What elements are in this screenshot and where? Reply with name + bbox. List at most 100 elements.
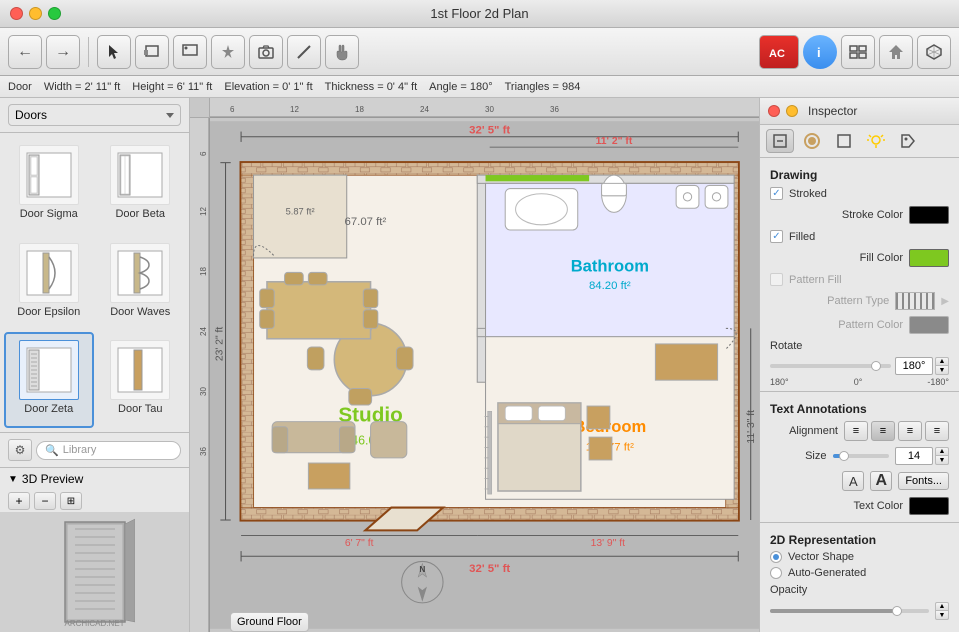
- text-size-up[interactable]: ▲: [935, 447, 949, 456]
- maximize-button[interactable]: [48, 7, 61, 20]
- search-box[interactable]: 🔍 Library: [36, 441, 181, 460]
- inspector-min-btn[interactable]: [786, 105, 798, 117]
- fill-color-row: Fill Color: [760, 246, 959, 270]
- 3d-btn[interactable]: [917, 35, 951, 69]
- pattern-type-preview[interactable]: [895, 292, 935, 310]
- text-size-stepper: ▲ ▼: [935, 447, 949, 465]
- info-width: Width = 2' 11" ft: [44, 81, 120, 93]
- archicad-logo: ARCHICAD.NET: [64, 619, 124, 628]
- svg-text:23' 2" ft: 23' 2" ft: [214, 327, 225, 362]
- fill-color-box[interactable]: [909, 249, 949, 267]
- representation-title: 2D Representation: [760, 527, 959, 549]
- door-item-zeta[interactable]: Door Zeta: [4, 332, 94, 428]
- zoom-in-btn[interactable]: +: [8, 492, 30, 510]
- insp-tab-lighting[interactable]: [862, 129, 890, 153]
- filled-checkbox[interactable]: [770, 230, 783, 243]
- inspector-close-btn[interactable]: [768, 105, 780, 117]
- settings-btn[interactable]: ⚙: [8, 439, 32, 461]
- rotate-down[interactable]: ▼: [935, 366, 949, 375]
- align-justify-btn[interactable]: ≡: [925, 421, 949, 441]
- font-a-large-btn[interactable]: A: [870, 471, 892, 491]
- insp-tab-pen[interactable]: [766, 129, 794, 153]
- filled-row: Filled: [760, 227, 959, 246]
- rotate-up[interactable]: ▲: [935, 357, 949, 366]
- text-size-down[interactable]: ▼: [935, 456, 949, 465]
- door-label-tau: Door Tau: [118, 403, 162, 415]
- door-item-tau[interactable]: Door Tau: [96, 332, 186, 428]
- sidebar-tools: ⚙ 🔍 Library: [8, 439, 181, 461]
- preview-header[interactable]: ▼ 3D Preview: [0, 468, 189, 490]
- door-item-beta[interactable]: Door Beta: [96, 137, 186, 233]
- tool-draw[interactable]: [173, 35, 207, 69]
- zoom-fit-btn[interactable]: ⊞: [60, 492, 82, 510]
- home-btn[interactable]: [879, 35, 913, 69]
- vector-shape-radio[interactable]: [770, 551, 782, 563]
- tool-camera[interactable]: [249, 35, 283, 69]
- auto-generated-radio[interactable]: [770, 567, 782, 579]
- archicad-btn[interactable]: AC: [759, 35, 799, 69]
- info-triangles: Triangles = 984: [505, 81, 581, 93]
- svg-text:36: 36: [550, 105, 559, 114]
- left-sidebar: Doors Door Sigma: [0, 98, 190, 632]
- align-left-btn[interactable]: ≡: [844, 421, 868, 441]
- pattern-color-row: Pattern Color: [760, 313, 959, 337]
- opacity-slider[interactable]: [770, 609, 929, 613]
- vector-shape-row: Vector Shape: [760, 549, 959, 565]
- info-elevation: Elevation = 0' 1" ft: [224, 81, 312, 93]
- rotate-slider[interactable]: [770, 364, 891, 368]
- svg-text:6: 6: [199, 151, 208, 156]
- fonts-btn[interactable]: Fonts...: [898, 472, 949, 490]
- view-btn[interactable]: [841, 35, 875, 69]
- toolbar-right-area: AC i: [759, 35, 951, 69]
- font-row: A A Fonts...: [760, 468, 959, 494]
- stroked-checkbox[interactable]: [770, 187, 783, 200]
- search-placeholder: Library: [63, 444, 97, 456]
- font-a-small-btn[interactable]: A: [842, 471, 864, 491]
- door-item-waves[interactable]: Door Waves: [96, 235, 186, 331]
- tool-hand[interactable]: [325, 35, 359, 69]
- inspector-tabs: [760, 129, 959, 153]
- insp-tab-texture[interactable]: [798, 129, 826, 153]
- tool-measure[interactable]: [287, 35, 321, 69]
- rotate-min-label: 180°: [770, 377, 789, 387]
- text-size-value[interactable]: 14: [895, 447, 933, 465]
- insp-tab-3d[interactable]: [830, 129, 858, 153]
- floor-plan-canvas: 32' 5" ft 11' 2" ft 23' 2" ft 11' 3" ft: [210, 118, 759, 632]
- close-button[interactable]: [10, 7, 23, 20]
- preview-toggle-icon: ▼: [8, 474, 18, 485]
- auto-generated-label: Auto-Generated: [788, 567, 949, 579]
- tool-magic[interactable]: [211, 35, 245, 69]
- preview-section: ▼ 3D Preview + − ⊞: [0, 467, 189, 632]
- stroke-color-box[interactable]: [909, 206, 949, 224]
- svg-text:Bathroom: Bathroom: [571, 256, 649, 275]
- opacity-up[interactable]: ▲: [935, 602, 949, 611]
- door-label-sigma: Door Sigma: [20, 208, 78, 220]
- insp-tab-tag[interactable]: [894, 129, 922, 153]
- back-button[interactable]: ←: [8, 35, 42, 69]
- minimize-button[interactable]: [29, 7, 42, 20]
- svg-text:24: 24: [199, 327, 208, 336]
- zoom-out-btn[interactable]: −: [34, 492, 56, 510]
- ruler-vertical: 6 12 18 24 30 36: [190, 118, 210, 632]
- svg-text:30: 30: [199, 387, 208, 396]
- align-center-btn[interactable]: ≡: [871, 421, 895, 441]
- opacity-stepper: ▲ ▼: [935, 602, 949, 620]
- tool-select[interactable]: [97, 35, 131, 69]
- door-item-epsilon[interactable]: Door Epsilon: [4, 235, 94, 331]
- fwd-button[interactable]: →: [46, 35, 80, 69]
- tool-move[interactable]: [135, 35, 169, 69]
- svg-text:6' 7" ft: 6' 7" ft: [345, 538, 374, 549]
- floor-selector[interactable]: Ground Floor: [230, 612, 309, 632]
- category-dropdown[interactable]: Doors: [8, 104, 181, 126]
- door-icon-sigma: [19, 145, 79, 205]
- info-btn[interactable]: i: [803, 35, 837, 69]
- opacity-down[interactable]: ▼: [935, 611, 949, 620]
- text-size-slider[interactable]: [833, 454, 890, 458]
- svg-text:24: 24: [420, 105, 429, 114]
- align-right-btn[interactable]: ≡: [898, 421, 922, 441]
- plan-area[interactable]: 6 12 18 24 30 36 6 12 18 24 30 36: [190, 98, 759, 632]
- pattern-color-box[interactable]: [909, 316, 949, 334]
- text-color-box[interactable]: [909, 497, 949, 515]
- pattern-fill-checkbox[interactable]: [770, 273, 783, 286]
- door-item-sigma[interactable]: Door Sigma: [4, 137, 94, 233]
